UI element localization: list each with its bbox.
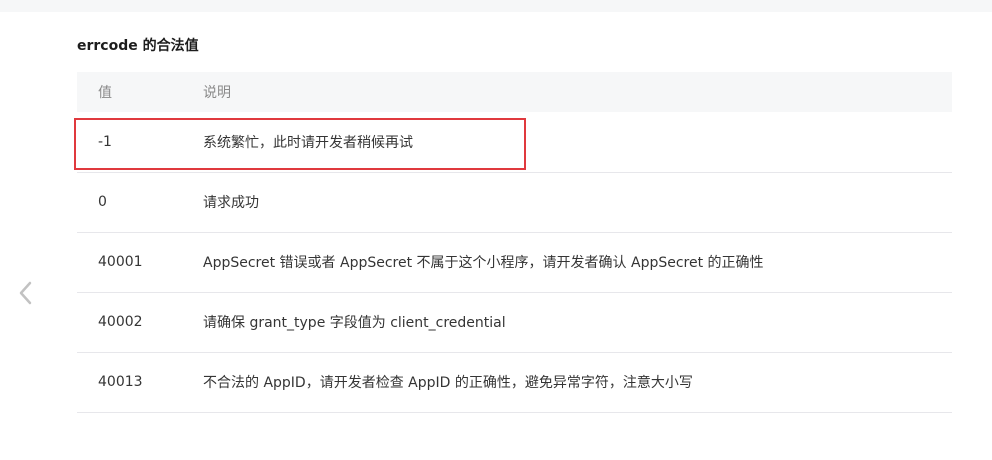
table-row: 40002 请确保 grant_type 字段值为 client_credent… [77, 292, 952, 352]
cell-description: 不合法的 AppID，请开发者检查 AppID 的正确性，避免异常字符，注意大小… [203, 375, 693, 391]
cell-description: 系统繁忙，此时请开发者稍候再试 [203, 134, 413, 151]
cell-value: 40013 [98, 374, 143, 390]
cell-value: 40002 [98, 314, 143, 330]
cell-description: 请求成功 [203, 195, 259, 211]
table-row: -1 系统繁忙，此时请开发者稍候再试 [77, 112, 952, 172]
table-row: 40013 不合法的 AppID，请开发者检查 AppID 的正确性，避免异常字… [77, 352, 952, 412]
top-strip [0, 0, 992, 12]
cell-description: 请确保 grant_type 字段值为 client_credential [203, 315, 506, 331]
cell-value: 40001 [98, 254, 143, 270]
table-row: 40001 AppSecret 错误或者 AppSecret 不属于这个小程序，… [77, 232, 952, 292]
table-header-row: 值 说明 [77, 72, 952, 112]
cell-description: AppSecret 错误或者 AppSecret 不属于这个小程序，请开发者确认… [203, 255, 764, 271]
chevron-left-icon[interactable] [14, 280, 38, 306]
errcode-table: 值 说明 -1 系统繁忙，此时请开发者稍候再试 0 请求成功 40001 App… [77, 72, 952, 413]
cell-value: 0 [98, 194, 107, 210]
column-header-value: 值 [98, 85, 112, 101]
column-header-description: 说明 [203, 85, 231, 101]
section-title: errcode 的合法值 [77, 38, 199, 54]
table-row: 0 请求成功 [77, 172, 952, 232]
cell-value: -1 [98, 133, 112, 150]
